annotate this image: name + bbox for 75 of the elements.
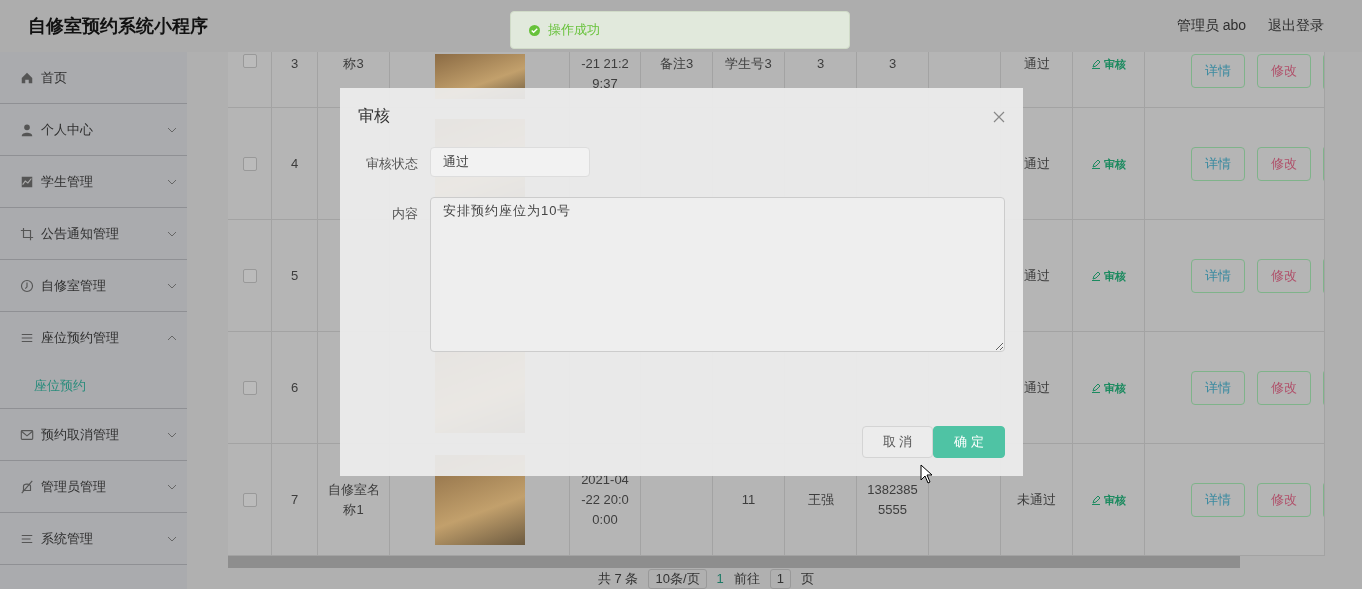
menu-item-icon [20, 427, 34, 442]
menu-item-icon [20, 122, 34, 137]
menu-item-icon [20, 226, 34, 241]
row-index: 7 [290, 490, 299, 509]
dialog-title: 审核 [358, 106, 390, 126]
audit-link[interactable]: 审核 [1091, 54, 1126, 74]
field-label: 审核状态 [365, 155, 418, 173]
edit-button[interactable]: 修改 [1257, 54, 1311, 88]
details-button[interactable]: 详情 [1191, 370, 1245, 405]
student-name: 王强 [807, 490, 834, 509]
row-checkbox[interactable] [242, 492, 257, 507]
admin-user[interactable]: 管理员 abo [1176, 17, 1246, 35]
edit-icon [1091, 382, 1101, 393]
page-size-select[interactable]: 10条/页 [648, 568, 707, 589]
logout-link[interactable]: 退出登录 [1268, 17, 1324, 35]
goto-label: 前往 [733, 569, 760, 588]
current-page[interactable]: 1 [716, 571, 724, 586]
row-checkbox[interactable] [242, 54, 257, 68]
audit-link[interactable]: 审核 [1091, 377, 1126, 398]
sidebar-item[interactable]: 座位预约管理 [0, 312, 187, 363]
row-index: 3 [290, 55, 299, 73]
student-number: 11 [741, 490, 756, 509]
student-name: 3 [816, 55, 825, 73]
menu-item-icon [20, 278, 34, 293]
content-textarea[interactable]: 安排预约座位为10号 [430, 197, 1005, 352]
row-index: 5 [290, 266, 299, 285]
audit-link[interactable]: 审核 [1091, 489, 1126, 510]
edit-button[interactable]: 修改 [1257, 146, 1311, 181]
success-icon [529, 24, 540, 36]
details-button[interactable]: 详情 [1191, 146, 1245, 181]
toast-message: 操作成功 [548, 21, 600, 39]
edit-icon [1091, 270, 1101, 281]
page-suffix: 页 [801, 569, 814, 588]
edit-button[interactable]: 修改 [1257, 258, 1311, 293]
phone-number: 13823855555 [866, 480, 919, 519]
room-name: 自修室名称1 [327, 480, 380, 519]
audit-status: 通过 [1023, 55, 1050, 73]
page-input[interactable]: 1 [769, 568, 791, 589]
student-number: 学生号3 [725, 55, 772, 73]
audit-status: 未通过 [1017, 490, 1056, 509]
confirm-button[interactable]: 确 定 [933, 426, 1005, 458]
audit-link[interactable]: 审核 [1091, 265, 1126, 286]
details-button[interactable]: 详情 [1191, 258, 1245, 293]
booking-time: -21 21:29:37 [580, 55, 630, 93]
details-button[interactable]: 详情 [1191, 482, 1245, 517]
menu-item-icon [20, 174, 34, 189]
row-index: 4 [290, 154, 299, 173]
audit-status: 通过 [1023, 378, 1050, 397]
audit-link[interactable]: 审核 [1091, 153, 1126, 174]
row-index: 6 [290, 378, 299, 397]
remark: 备注3 [659, 55, 694, 73]
cancel-button[interactable]: 取 消 [861, 426, 934, 458]
phone-number: 3 [888, 55, 897, 73]
app-title: 自修室预约系统小程序 [28, 15, 208, 38]
row-checkbox[interactable] [242, 156, 257, 171]
audit-status: 通过 [1023, 154, 1050, 173]
booking-time: 2021-04-22 20:00:00 [580, 470, 630, 529]
edit-icon [1091, 494, 1101, 505]
row-checkbox[interactable] [242, 268, 257, 283]
audit-status: 通过 [1023, 266, 1050, 285]
details-button[interactable]: 详情 [1191, 54, 1245, 88]
edit-icon [1091, 59, 1101, 69]
edit-button[interactable]: 修改 [1257, 482, 1311, 517]
edit-button[interactable]: 修改 [1257, 370, 1311, 405]
row-checkbox[interactable] [242, 380, 257, 395]
menu-item-icon [20, 70, 34, 85]
menu-item-icon [20, 479, 34, 494]
mouse-pointer-icon [920, 464, 933, 484]
field-label: 内容 [391, 205, 418, 223]
edit-icon [1091, 158, 1101, 169]
scrollbar-thumb[interactable] [228, 556, 1240, 568]
close-icon[interactable] [993, 110, 1005, 123]
status-select[interactable]: 通过 [430, 147, 590, 177]
room-name: 称3 [343, 55, 364, 73]
total-count: 共 7 条 [598, 569, 639, 588]
